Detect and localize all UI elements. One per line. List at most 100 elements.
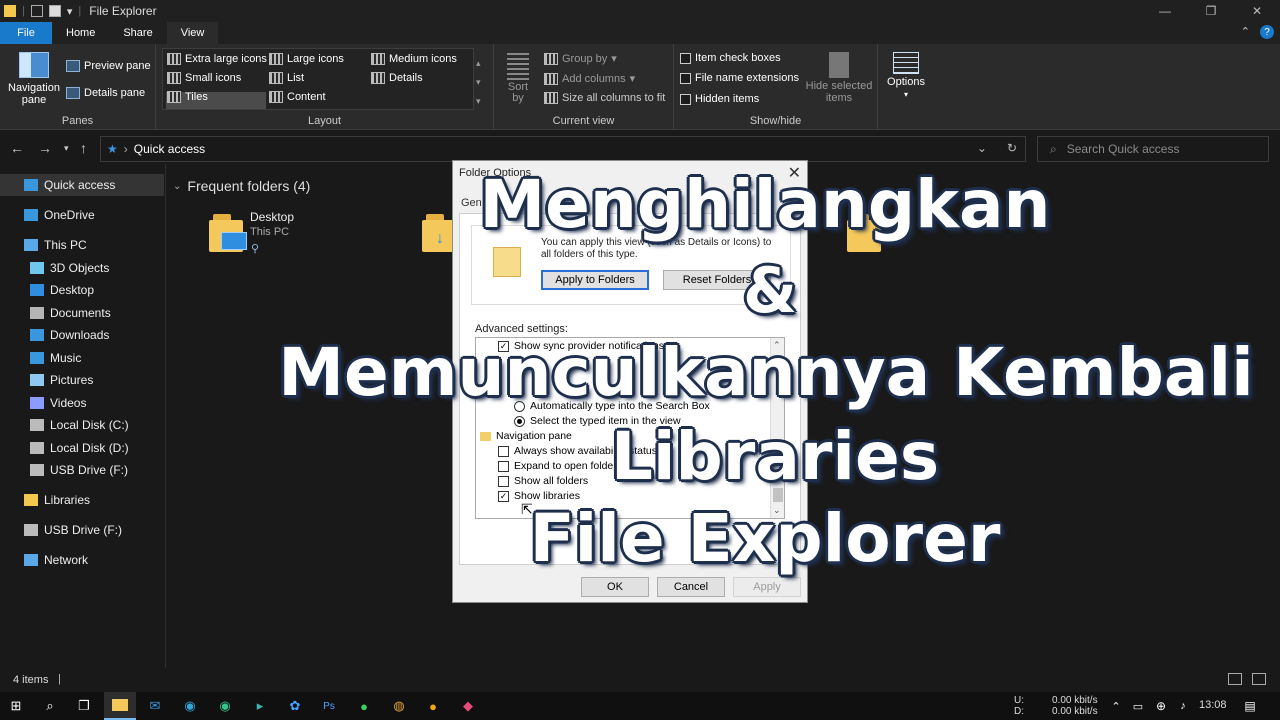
sidebar-item-local-disk-d[interactable]: Local Disk (D:) (0, 437, 164, 459)
sidebar-item-usb-drive-f[interactable]: USB Drive (F:) (0, 459, 164, 481)
folder-icon[interactable]: ↓ (422, 214, 456, 252)
tab-share[interactable]: Share (109, 22, 166, 44)
hide-selected-items-button[interactable]: Hide selected items (804, 52, 874, 104)
file-name-extensions-checkbox[interactable]: File name extensions (680, 72, 799, 84)
sidebar-item-label: OneDrive (44, 208, 95, 222)
folder-icon[interactable] (209, 214, 247, 252)
close-button[interactable]: ✕ (1234, 0, 1280, 22)
usb-icon (30, 464, 44, 476)
back-arrow-icon[interactable]: ← (10, 140, 24, 156)
clock[interactable]: 13:08 (1199, 700, 1227, 711)
mail-icon[interactable]: ✉ (145, 696, 165, 716)
start-icon[interactable]: ⊞ (6, 696, 26, 716)
edge-dev-icon[interactable]: ◉ (215, 696, 235, 716)
options-button[interactable]: Options ▾ (884, 52, 928, 99)
tab-view[interactable]: View (166, 22, 219, 44)
sidebar-item-music[interactable]: Music (0, 347, 164, 369)
sidebar-item-network[interactable]: Network (0, 549, 164, 571)
sidebar-item-documents[interactable]: Documents (0, 302, 164, 324)
document-icon (30, 307, 44, 319)
customize-toolbar-icon[interactable]: ▾ (67, 5, 73, 18)
show-all-folders-checkbox[interactable]: Show all folders (498, 475, 588, 487)
chrome-icon[interactable]: ◍ (389, 696, 409, 716)
apply-to-folders-button[interactable]: Apply to Folders (541, 270, 649, 290)
address-bar[interactable]: ★ › Quick access ⌄ ↻ (100, 136, 1026, 162)
layout-scroll-icon[interactable]: ▴ ▾ ▾ (476, 54, 481, 111)
tab-file[interactable]: File (0, 22, 52, 44)
task-view-icon[interactable]: ❐ (74, 696, 94, 716)
recent-locations-icon[interactable]: ▾ (64, 143, 69, 154)
layout-small-icons[interactable]: Small icons (167, 72, 241, 84)
sidebar-item-3d-objects[interactable]: 3D Objects (0, 257, 164, 279)
photoshop-icon[interactable]: Ps (319, 696, 339, 716)
cancel-button[interactable]: Cancel (657, 577, 725, 597)
battery-icon[interactable]: ▭ (1128, 696, 1148, 716)
details-view-icon[interactable] (1228, 673, 1242, 685)
app-orange-icon[interactable]: ● (423, 696, 443, 716)
edge-icon[interactable]: ◉ (180, 696, 200, 716)
add-columns-button[interactable]: Add columns ▾ (544, 72, 635, 85)
whatsapp-icon[interactable]: ● (354, 696, 374, 716)
item-check-boxes-checkbox[interactable]: Item check boxes (680, 52, 781, 64)
expand-to-open-folder-checkbox[interactable]: Expand to open folder (498, 460, 617, 472)
layout-content[interactable]: Content (269, 91, 326, 103)
size-all-columns-button[interactable]: Size all columns to fit (544, 92, 665, 104)
globe-icon[interactable]: ⊕ (1151, 696, 1171, 716)
layout-extra-large-icons[interactable]: Extra large icons (167, 53, 267, 65)
up-arrow-icon[interactable]: ↑ (80, 140, 87, 156)
chevron-up-icon[interactable]: ⌃ (1106, 696, 1126, 716)
sidebar-item-videos[interactable]: Videos (0, 392, 164, 414)
sidebar-item-onedrive[interactable]: OneDrive (0, 204, 164, 226)
tile-title[interactable]: Desktop (250, 210, 294, 224)
chevron-right-icon: › (123, 142, 128, 156)
layout-details[interactable]: Details (371, 72, 423, 84)
notification-icon[interactable]: ▤ (1240, 696, 1260, 716)
breadcrumb-location[interactable]: Quick access (134, 142, 205, 156)
forward-arrow-icon[interactable]: → (38, 140, 52, 156)
apply-button[interactable]: Apply (733, 577, 801, 597)
collapse-ribbon-icon[interactable]: ⌃ (1241, 25, 1250, 39)
layout-large-icons[interactable]: Large icons (269, 53, 344, 65)
help-icon[interactable]: ? (1260, 25, 1274, 39)
large-icons-view-icon[interactable] (1252, 673, 1266, 685)
preview-pane-button[interactable]: Preview pane (66, 60, 151, 72)
minimize-button[interactable]: — (1142, 0, 1188, 22)
tab-home[interactable]: Home (52, 22, 109, 44)
sidebar-item-local-disk-c[interactable]: Local Disk (C:) (0, 414, 164, 436)
app-pink-icon[interactable]: ◆ (458, 696, 478, 716)
group-header[interactable]: ⌄ Frequent folders (4) (173, 178, 310, 194)
layout-tiles[interactable]: Tiles (167, 91, 208, 103)
sort-icon (507, 52, 529, 80)
navigation-pane-button[interactable]: Navigation pane (6, 52, 62, 106)
picture-icon (30, 374, 44, 386)
sidebar-item-this-pc[interactable]: This PC (0, 234, 164, 256)
hidden-items-checkbox[interactable]: Hidden items (680, 93, 759, 105)
sidebar-item-pictures[interactable]: Pictures (0, 369, 164, 391)
sidebar-item-usb-drive-f[interactable]: USB Drive (F:) (0, 519, 164, 541)
net-labels: U: D: (1014, 695, 1024, 717)
details-pane-button[interactable]: Details pane (66, 87, 145, 99)
restore-button[interactable]: ❐ (1188, 0, 1234, 22)
checkbox-icon (680, 93, 691, 105)
layout-medium-icons[interactable]: Medium icons (371, 53, 457, 65)
layout-list[interactable]: List (269, 72, 304, 84)
sidebar-item-quick-access[interactable]: Quick access (0, 174, 164, 196)
file-explorer-icon[interactable] (104, 692, 136, 720)
ok-button[interactable]: OK (581, 577, 649, 597)
sidebar-item-libraries[interactable]: Libraries (0, 489, 164, 511)
folder-icon[interactable] (4, 5, 16, 17)
sort-by-button[interactable]: Sort by (506, 52, 530, 104)
chevron-down-icon[interactable]: ⌄ (977, 141, 987, 155)
refresh-icon[interactable]: ↻ (1007, 141, 1017, 155)
sidebar-item-downloads[interactable]: Downloads (0, 324, 164, 346)
group-by-button[interactable]: Group by ▾ (544, 52, 617, 65)
terminal-icon[interactable]: ▸ (250, 696, 270, 716)
search-icon[interactable]: ⌕ (40, 696, 60, 716)
search-input[interactable]: ⌕ Search Quick access (1037, 136, 1269, 162)
properties-icon[interactable] (30, 5, 43, 17)
checkbox-icon (680, 72, 691, 84)
new-folder-icon[interactable] (48, 5, 61, 17)
app-icon[interactable]: ✿ (285, 696, 305, 716)
sidebar-item-desktop[interactable]: Desktop (0, 279, 164, 301)
volume-icon[interactable]: ♪ (1173, 696, 1193, 716)
